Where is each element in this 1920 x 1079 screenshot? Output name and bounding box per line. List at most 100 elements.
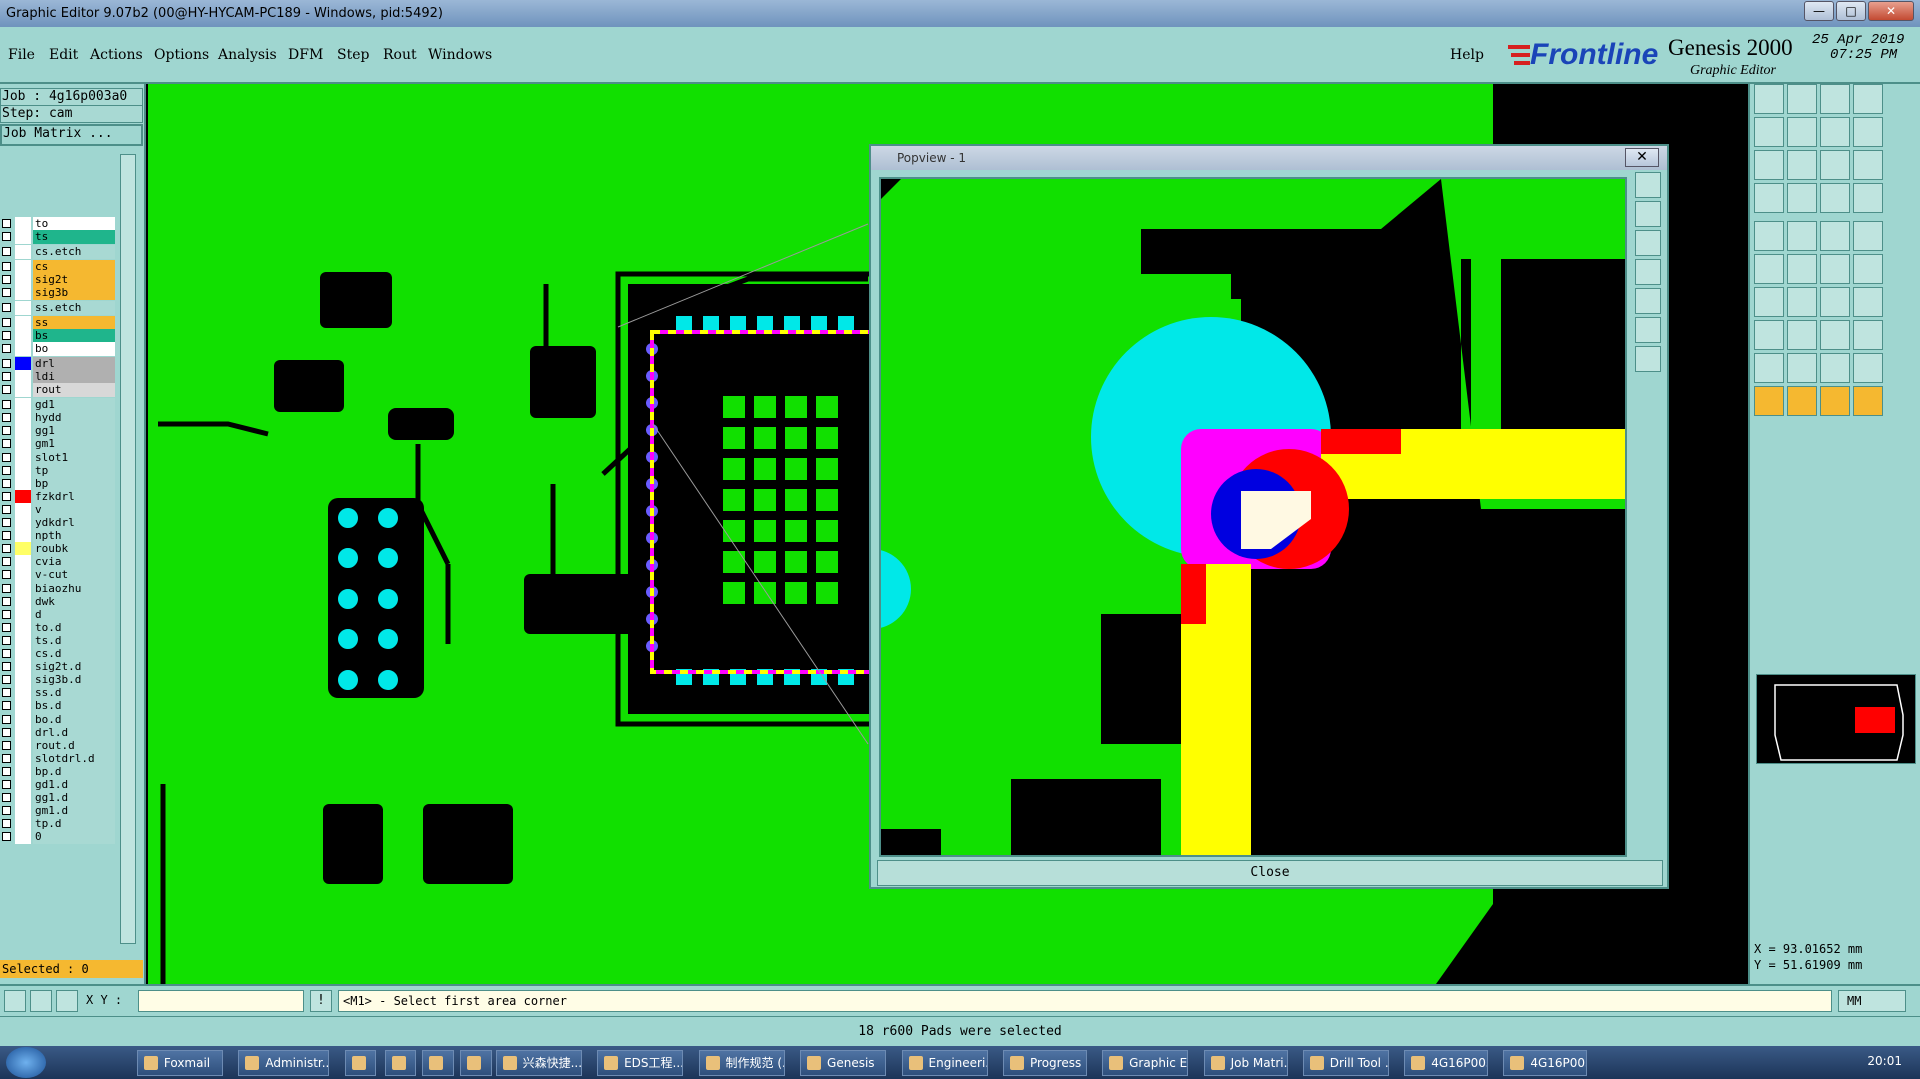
tool-button-1-2[interactable] bbox=[1820, 117, 1850, 147]
layer-checkbox[interactable] bbox=[2, 426, 11, 436]
layer-checkbox[interactable] bbox=[2, 247, 11, 256]
layer-checkbox[interactable] bbox=[2, 583, 11, 593]
info-icon[interactable]: ! bbox=[310, 990, 332, 1012]
layer-checkbox[interactable] bbox=[2, 518, 11, 527]
tool-button-4-0[interactable] bbox=[1754, 221, 1784, 251]
layer-checkbox[interactable] bbox=[2, 359, 11, 368]
tool-button-1-0[interactable] bbox=[1754, 117, 1784, 147]
menu-dfm[interactable]: DFM bbox=[288, 47, 323, 63]
overview-map[interactable] bbox=[1756, 674, 1916, 764]
menu-step[interactable]: Step bbox=[337, 47, 369, 63]
tool-button-9-3[interactable] bbox=[1853, 386, 1883, 416]
layer-checkbox[interactable] bbox=[2, 439, 11, 449]
layer-checkbox[interactable] bbox=[2, 596, 11, 606]
tool-button-2-2[interactable] bbox=[1820, 150, 1850, 180]
layer-checkbox[interactable] bbox=[2, 819, 11, 829]
tool-button-2-0[interactable] bbox=[1754, 150, 1784, 180]
xy-input[interactable] bbox=[138, 990, 304, 1012]
layer-row-bo[interactable]: bo bbox=[0, 341, 118, 357]
tool-button-6-2[interactable] bbox=[1820, 287, 1850, 317]
layer-checkbox[interactable] bbox=[2, 727, 11, 737]
tool-button-5-1[interactable] bbox=[1787, 254, 1817, 284]
layer-row-sig3b[interactable]: sig3b bbox=[0, 285, 118, 301]
tool-button-8-2[interactable] bbox=[1820, 353, 1850, 383]
tool-button-3-0[interactable] bbox=[1754, 183, 1784, 213]
layer-checkbox[interactable] bbox=[2, 544, 11, 554]
popview-pan-right-button[interactable] bbox=[1635, 288, 1661, 314]
layer-checkbox[interactable] bbox=[2, 491, 11, 501]
popview-pan-left-button[interactable] bbox=[1635, 259, 1661, 285]
layer-checkbox[interactable] bbox=[2, 400, 11, 410]
layer-row-ts[interactable]: ts bbox=[0, 229, 118, 245]
layer-checkbox[interactable] bbox=[2, 570, 11, 580]
menu-help[interactable]: Help bbox=[1450, 47, 1484, 63]
layer-checkbox[interactable] bbox=[2, 675, 11, 685]
layer-checkbox[interactable] bbox=[2, 649, 11, 658]
start-button[interactable] bbox=[6, 1047, 46, 1078]
layer-row-ss.etch[interactable]: ss.etch bbox=[0, 300, 118, 315]
layer-checkbox[interactable] bbox=[2, 478, 11, 488]
menu-windows[interactable]: Windows bbox=[428, 47, 492, 63]
minimize-button[interactable]: — bbox=[1804, 1, 1834, 21]
taskbar-item[interactable]: Genesis bbox=[800, 1050, 887, 1076]
popview-zoom-in-button[interactable] bbox=[1635, 201, 1661, 227]
tool-button-1-1[interactable] bbox=[1787, 117, 1817, 147]
tool-button-3-2[interactable] bbox=[1820, 183, 1850, 213]
layer-checkbox[interactable] bbox=[2, 275, 11, 284]
layer-checkbox[interactable] bbox=[2, 780, 11, 789]
tool-button-3-1[interactable] bbox=[1787, 183, 1817, 213]
layer-checkbox[interactable] bbox=[2, 465, 11, 475]
layer-checkbox[interactable] bbox=[2, 385, 11, 395]
tool-button-7-2[interactable] bbox=[1820, 320, 1850, 350]
taskbar-item[interactable]: Job Matri... bbox=[1203, 1050, 1288, 1076]
taskbar-item[interactable]: 4G16P003... bbox=[1404, 1050, 1489, 1076]
layer-checkbox[interactable] bbox=[2, 753, 11, 763]
taskbar-item[interactable]: Administr... bbox=[238, 1050, 329, 1076]
popview-canvas[interactable] bbox=[879, 177, 1627, 857]
measure-icon[interactable] bbox=[30, 990, 52, 1012]
popview-home-button[interactable] bbox=[1635, 346, 1661, 372]
tool-button-0-2[interactable] bbox=[1820, 84, 1850, 114]
tool-button-5-0[interactable] bbox=[1754, 254, 1784, 284]
taskbar-item[interactable] bbox=[460, 1050, 492, 1076]
layer-checkbox[interactable] bbox=[2, 740, 11, 750]
tool-button-9-1[interactable] bbox=[1787, 386, 1817, 416]
layer-checkbox[interactable] bbox=[2, 635, 11, 645]
taskbar-item[interactable]: 4G16P003... bbox=[1503, 1050, 1588, 1076]
tool-button-4-1[interactable] bbox=[1787, 221, 1817, 251]
tool-button-6-0[interactable] bbox=[1754, 287, 1784, 317]
menu-rout[interactable]: Rout bbox=[383, 47, 417, 63]
layer-checkbox[interactable] bbox=[2, 261, 11, 271]
close-window-button[interactable]: ✕ bbox=[1868, 1, 1914, 21]
layer-row-rout[interactable]: rout bbox=[0, 382, 118, 398]
layer-checkbox[interactable] bbox=[2, 331, 11, 340]
taskbar-item[interactable]: 制作规范 (... bbox=[698, 1050, 785, 1076]
taskbar-item[interactable]: Drill Tool ... bbox=[1302, 1050, 1389, 1076]
taskbar-item[interactable]: Engineeri... bbox=[901, 1050, 988, 1076]
layer-checkbox[interactable] bbox=[2, 701, 11, 711]
tool-button-9-2[interactable] bbox=[1820, 386, 1850, 416]
menu-analysis[interactable]: Analysis bbox=[218, 47, 277, 63]
layer-checkbox[interactable] bbox=[2, 504, 11, 514]
layer-checkbox[interactable] bbox=[2, 232, 11, 242]
taskbar-item[interactable] bbox=[422, 1050, 454, 1076]
grid-icon[interactable] bbox=[56, 990, 78, 1012]
tool-button-0-1[interactable] bbox=[1787, 84, 1817, 114]
tool-button-7-3[interactable] bbox=[1853, 320, 1883, 350]
taskbar-item[interactable]: Foxmail bbox=[136, 1050, 223, 1076]
tool-button-5-3[interactable] bbox=[1853, 254, 1883, 284]
tool-button-1-3[interactable] bbox=[1853, 117, 1883, 147]
layer-checkbox[interactable] bbox=[2, 766, 11, 776]
units-selector[interactable]: MM bbox=[1838, 990, 1906, 1012]
tool-button-7-0[interactable] bbox=[1754, 320, 1784, 350]
tool-button-5-2[interactable] bbox=[1820, 254, 1850, 284]
tool-button-8-0[interactable] bbox=[1754, 353, 1784, 383]
taskbar-item[interactable]: Progress bbox=[1003, 1050, 1087, 1076]
layer-checkbox[interactable] bbox=[2, 303, 11, 312]
tool-button-6-1[interactable] bbox=[1787, 287, 1817, 317]
tool-button-4-3[interactable] bbox=[1853, 221, 1883, 251]
layer-checkbox[interactable] bbox=[2, 317, 11, 327]
layer-row-cs.etch[interactable]: cs.etch bbox=[0, 244, 118, 259]
tool-button-2-1[interactable] bbox=[1787, 150, 1817, 180]
menu-file[interactable]: File bbox=[8, 47, 35, 63]
